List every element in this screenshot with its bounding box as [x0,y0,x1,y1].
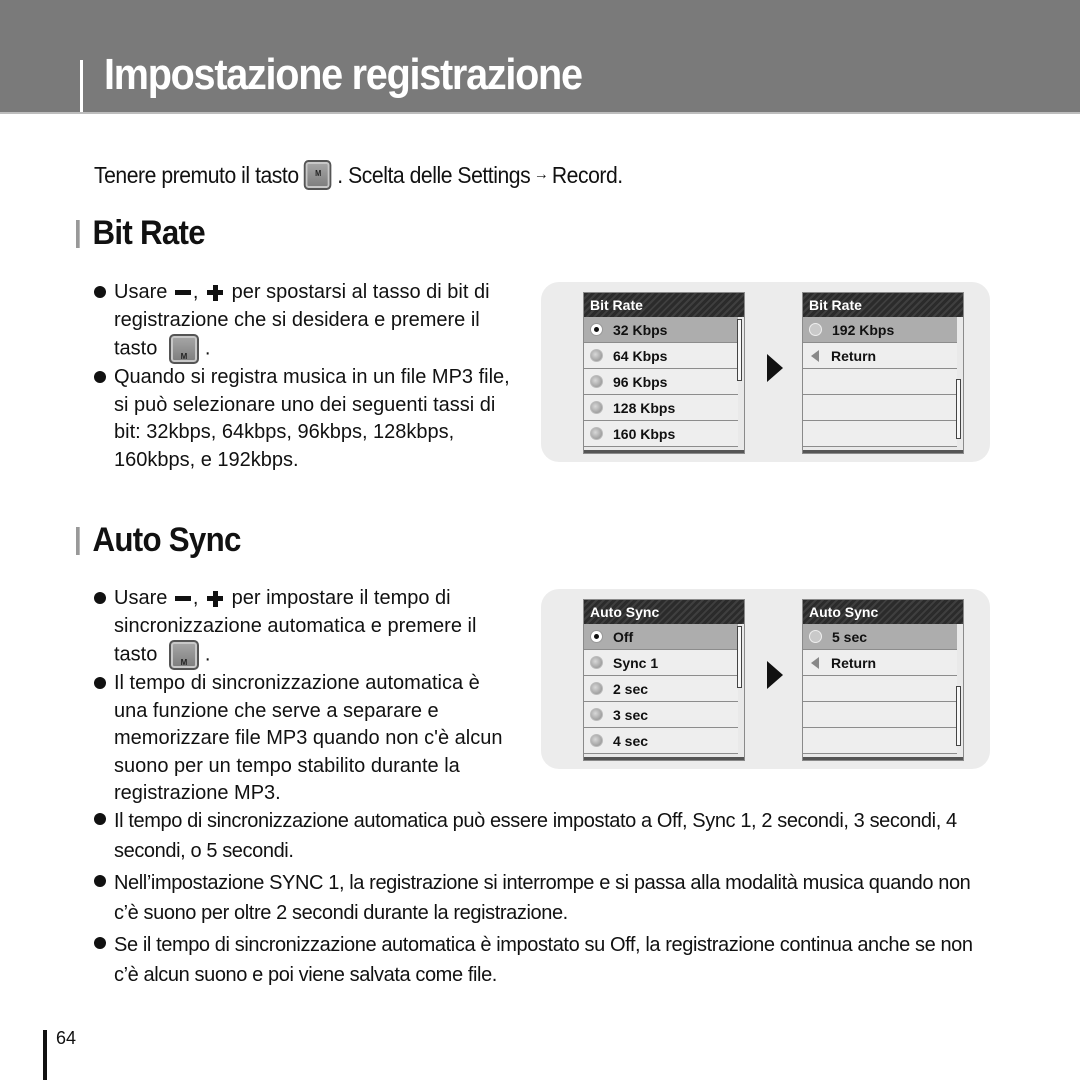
right-arrow-icon [767,354,783,382]
menu-item-192kbps[interactable]: 192 Kbps [803,317,957,343]
menu-item-sync-1[interactable]: Sync 1 [584,650,738,676]
radio-icon [590,349,603,362]
menu-item-return[interactable]: Return [803,650,957,676]
menu-item-empty [803,421,957,447]
header-accent-bar [80,60,83,112]
menu-item-empty [803,676,957,702]
screen-title: Bit Rate [803,293,963,317]
scrollbar[interactable] [737,319,742,381]
menu-item-64kbps[interactable]: 64 Kbps [584,343,738,369]
intro-text-after: Record. [551,161,623,188]
minus-button-icon [174,290,191,296]
bullet-item: Quando si registra musica in un file MP3… [94,364,514,474]
minus-button-icon [174,596,191,602]
menu-item-5-sec[interactable]: 5 sec [803,624,957,650]
menu-item-return[interactable]: Return [803,343,957,369]
auto-sync-bullets: Usare , per impostare il tempo di sincro… [94,585,514,808]
right-arrow-icon [767,661,783,689]
intro-instruction: Tenere premuto il tasto M . Scelta delle… [94,160,623,190]
radio-icon [590,708,603,721]
auto-sync-extra-bullets: Il tempo di sincronizzazione automatica … [94,806,994,990]
auto-sync-screen-1: Auto Sync Off Sync 1 2 sec 3 sec 4 sec [583,599,745,761]
menu-item-empty [803,369,957,395]
menu-item-96kbps[interactable]: 96 Kbps [584,369,738,395]
page-title: Impostazione registrazione [104,50,583,99]
radio-selected-icon [590,630,603,643]
menu-item-128kbps[interactable]: 128 Kbps [584,395,738,421]
radio-icon [590,734,603,747]
intro-text-before: Tenere premuto il tasto [94,161,299,188]
bullet-dot [94,677,106,689]
radio-icon [590,656,603,669]
scrollbar[interactable] [956,379,961,439]
header-band: Impostazione registrazione [0,0,1080,114]
menu-item-32kbps[interactable]: 32 Kbps [584,317,738,343]
bullet-dot [94,937,106,949]
radio-icon [809,630,822,643]
return-icon [811,349,819,362]
scrollbar[interactable] [737,626,742,688]
page-number: 64 [56,1028,77,1048]
menu-item-empty [803,728,957,754]
menu-item-3-sec[interactable]: 3 sec [584,702,738,728]
bullet-dot [94,875,106,887]
bit-rate-screen-1: Bit Rate 32 Kbps 64 Kbps 96 Kbps 128 Kbp… [583,292,745,454]
scrollbar[interactable] [956,686,961,746]
intro-text-middle: . Scelta delle Settings [337,161,531,188]
screen-title: Auto Sync [584,600,744,624]
section-accent-bar [76,526,80,555]
auto-sync-screen-2: Auto Sync 5 sec Return [802,599,964,761]
section-title-bit-rate: Bit Rate [76,214,206,253]
m-key-icon: M [168,640,199,670]
plus-button-icon [207,284,224,301]
bit-rate-bullets: Usare , per spostarsi al tasso di bit di… [94,279,514,474]
menu-item-2-sec[interactable]: 2 sec [584,676,738,702]
radio-icon [590,682,603,695]
bit-rate-screen-2: Bit Rate 192 Kbps Return [802,292,964,454]
auto-sync-illustration: Auto Sync Off Sync 1 2 sec 3 sec 4 sec A… [541,589,990,769]
bullet-item: Il tempo di sincronizzazione automatica … [94,806,994,866]
menu-item-4-sec[interactable]: 4 sec [584,728,738,754]
bullet-dot [94,592,106,604]
plus-button-icon [207,590,224,607]
section-title-auto-sync: Auto Sync [76,521,241,560]
bullet-item: Nell’impostazione SYNC 1, la registrazio… [94,868,994,928]
screen-title: Auto Sync [803,600,963,624]
m-key-icon: M [304,160,332,190]
bullet-item: Se il tempo di sincronizzazione automati… [94,930,994,990]
section-accent-bar [76,219,80,248]
return-icon [811,656,819,669]
arrow-right-icon: → [533,166,549,183]
bullet-dot [94,371,106,383]
radio-icon [590,427,603,440]
m-key-icon: M [168,334,199,364]
menu-item-empty [803,702,957,728]
radio-icon [590,401,603,414]
bullet-dot [94,813,106,825]
bullet-item: Usare , per spostarsi al tasso di bit di… [94,279,514,364]
radio-icon [590,375,603,388]
bullet-item: Il tempo di sincronizzazione automatica … [94,670,514,808]
bit-rate-illustration: Bit Rate 32 Kbps 64 Kbps 96 Kbps 128 Kbp… [541,282,990,462]
menu-item-off[interactable]: Off [584,624,738,650]
menu-item-160kbps[interactable]: 160 Kbps [584,421,738,447]
bullet-item: Usare , per impostare il tempo di sincro… [94,585,514,670]
footer-accent-bar [43,1030,47,1080]
bullet-dot [94,286,106,298]
radio-icon [809,323,822,336]
screen-title: Bit Rate [584,293,744,317]
menu-item-empty [803,395,957,421]
radio-selected-icon [590,323,603,336]
